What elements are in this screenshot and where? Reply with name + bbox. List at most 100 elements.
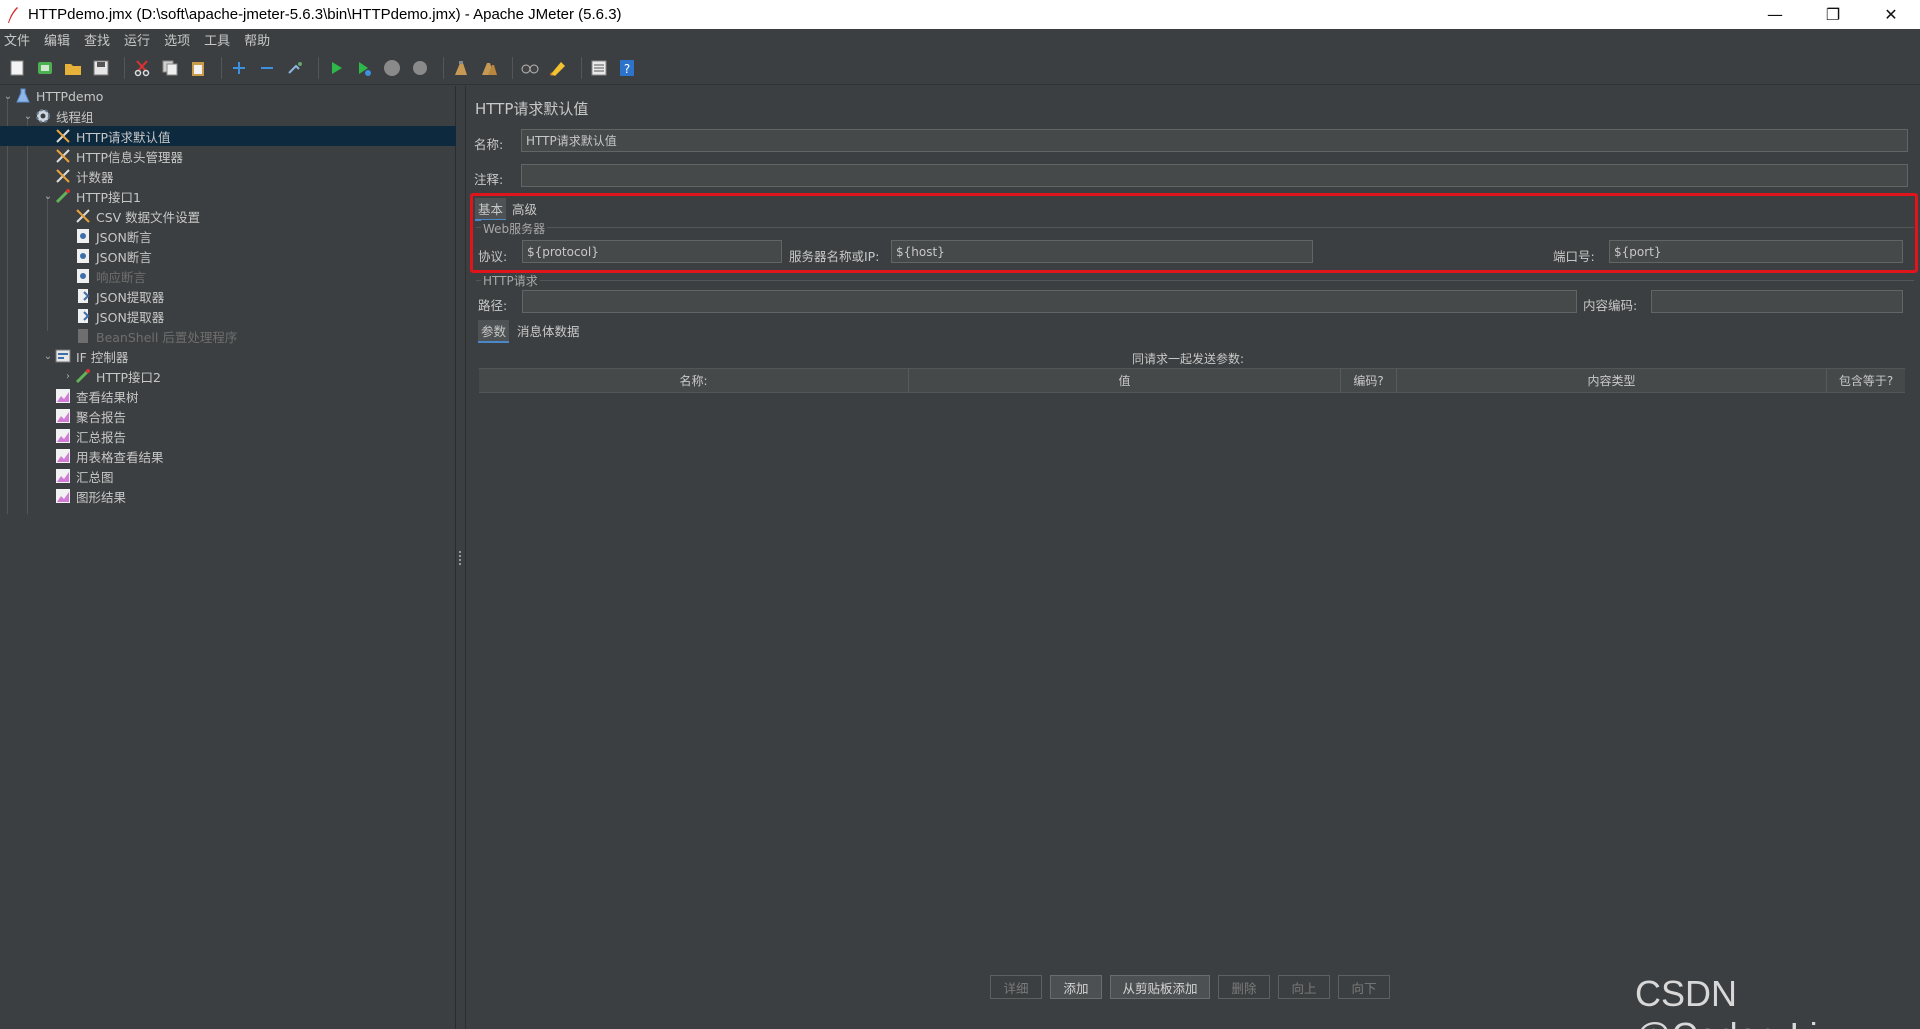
tree-item[interactable]: ⌄ IF 控制器 [0, 346, 456, 366]
expand-toggle-icon[interactable]: ⌄ [2, 91, 14, 102]
path-field[interactable] [522, 290, 1577, 313]
clear-icon[interactable] [450, 57, 472, 79]
save-icon[interactable] [90, 57, 112, 79]
move-up-button[interactable]: 向上 [1278, 975, 1330, 999]
http-request-group-border [476, 280, 1914, 281]
tree-item[interactable]: 聚合报告 [0, 406, 456, 426]
tree-item[interactable]: JSON断言 [0, 226, 456, 246]
toolbar-separator [318, 56, 319, 79]
stop-icon[interactable] [381, 57, 403, 79]
tree-item[interactable]: JSON提取器 [0, 306, 456, 326]
tree-item-label: JSON断言 [96, 229, 152, 245]
tree-item[interactable]: › HTTP接口2 [0, 366, 456, 386]
tree-item[interactable]: 汇总报告 [0, 426, 456, 446]
tree-item-label: HTTP请求默认值 [76, 129, 171, 145]
clear-all-icon[interactable] [478, 57, 500, 79]
expand-toggle-icon[interactable]: ⌄ [42, 191, 54, 202]
column-header-encode[interactable]: 编码? [1341, 369, 1397, 392]
menu-run[interactable]: 运行 [124, 30, 150, 49]
start-no-pause-icon[interactable] [353, 57, 375, 79]
expand-icon[interactable] [228, 57, 250, 79]
toolbar-separator [221, 56, 222, 79]
new-icon[interactable] [6, 57, 28, 79]
move-down-button[interactable]: 向下 [1338, 975, 1390, 999]
window-title: HTTPdemo.jmx (D:\soft\apache-jmeter-5.6.… [28, 6, 622, 23]
shutdown-icon[interactable] [409, 57, 431, 79]
column-header-include-equals[interactable]: 包含等于? [1827, 369, 1905, 392]
tree-item[interactable]: 用表格查看结果 [0, 446, 456, 466]
expand-toggle-icon[interactable]: ⌄ [42, 351, 54, 362]
tree-item[interactable]: 图形结果 [0, 486, 456, 506]
column-header-value[interactable]: 值 [909, 369, 1341, 392]
menu-edit[interactable]: 编辑 [44, 30, 70, 49]
collapse-icon[interactable] [256, 57, 278, 79]
test-plan-tree[interactable]: ⌄ HTTPdemo ⌄ 线程组 HTTP请求默认值 HTTP信息头管理器 计数器 ⌄ HTTP… [0, 86, 456, 1029]
chart-icon [54, 387, 72, 405]
add-button[interactable]: 添加 [1050, 975, 1102, 999]
assertion-icon [74, 267, 92, 285]
column-header-name[interactable]: 名称: [479, 369, 909, 392]
tree-item-label: 聚合报告 [76, 409, 127, 425]
reset-search-icon[interactable] [547, 57, 569, 79]
tree-item[interactable]: 查看结果树 [0, 386, 456, 406]
menu-search[interactable]: 查找 [84, 30, 110, 49]
content-encoding-field[interactable] [1651, 290, 1903, 313]
menu-help[interactable]: 帮助 [244, 30, 270, 49]
watermark: CSDN @Coder_Li [1635, 973, 1818, 1029]
templates-icon[interactable] [34, 57, 56, 79]
expand-toggle-icon[interactable]: ⌄ [22, 111, 34, 122]
open-icon[interactable] [62, 57, 84, 79]
tree-item[interactable]: CSV 数据文件设置 [0, 206, 456, 226]
tree-item[interactable]: ⌄ HTTP接口1 [0, 186, 456, 206]
name-field[interactable]: HTTP请求默认值 [521, 129, 1908, 152]
tree-item[interactable]: JSON断言 [0, 246, 456, 266]
help-icon[interactable]: ? [616, 57, 638, 79]
chart-icon [54, 467, 72, 485]
menu-options[interactable]: 选项 [164, 30, 190, 49]
tree-item[interactable]: BeanShell 后置处理程序 [0, 326, 456, 346]
add-from-clipboard-button[interactable]: 从剪贴板添加 [1110, 975, 1210, 999]
column-header-content-type[interactable]: 内容类型 [1397, 369, 1827, 392]
search-icon[interactable] [519, 57, 541, 79]
chart-icon [54, 487, 72, 505]
pipette-icon [54, 187, 72, 205]
splitter-grip[interactable] [459, 551, 462, 565]
assertion-icon [74, 227, 92, 245]
minimize-button[interactable]: — [1746, 0, 1804, 29]
tree-item[interactable]: ⌄ HTTPdemo [0, 86, 456, 106]
function-helper-icon[interactable] [588, 57, 610, 79]
cut-icon[interactable] [131, 57, 153, 79]
paste-icon[interactable] [187, 57, 209, 79]
tab-body-data[interactable]: 消息体数据 [514, 320, 583, 341]
tree-item[interactable]: ⌄ 线程组 [0, 106, 456, 126]
assertion-icon [74, 247, 92, 265]
comment-label: 注释: [474, 172, 504, 187]
toggle-icon[interactable] [284, 57, 306, 79]
tree-item[interactable]: HTTP信息头管理器 [0, 146, 456, 166]
expand-toggle-icon[interactable]: › [62, 371, 74, 382]
tree-item-label: 汇总报告 [76, 429, 127, 445]
tree-item-label: IF 控制器 [76, 349, 129, 365]
comment-field[interactable] [521, 164, 1908, 187]
tree-item[interactable]: JSON提取器 [0, 286, 456, 306]
tree-item-label: 响应断言 [96, 269, 147, 285]
tab-parameters[interactable]: 参数 [478, 320, 510, 343]
tree-item[interactable]: 汇总图 [0, 466, 456, 486]
tree-item[interactable]: 响应断言 [0, 266, 456, 286]
chart-icon [54, 427, 72, 445]
menu-tools[interactable]: 工具 [204, 30, 230, 49]
tree-item[interactable]: HTTP请求默认值 [0, 126, 456, 146]
maximize-button[interactable]: ❐ [1804, 0, 1862, 29]
start-icon[interactable] [325, 57, 347, 79]
delete-button[interactable]: 删除 [1218, 975, 1270, 999]
path-label: 路径: [478, 298, 508, 313]
detail-button[interactable]: 详细 [990, 975, 1042, 999]
toolbar-separator [124, 56, 125, 79]
close-button[interactable]: ✕ [1862, 0, 1920, 29]
chart-icon [54, 447, 72, 465]
menu-file[interactable]: 文件 [4, 30, 30, 49]
split-pane-divider[interactable] [456, 86, 466, 1029]
tree-item[interactable]: 计数器 [0, 166, 456, 186]
copy-icon[interactable] [159, 57, 181, 79]
tree-item-label: HTTP接口2 [96, 369, 161, 385]
